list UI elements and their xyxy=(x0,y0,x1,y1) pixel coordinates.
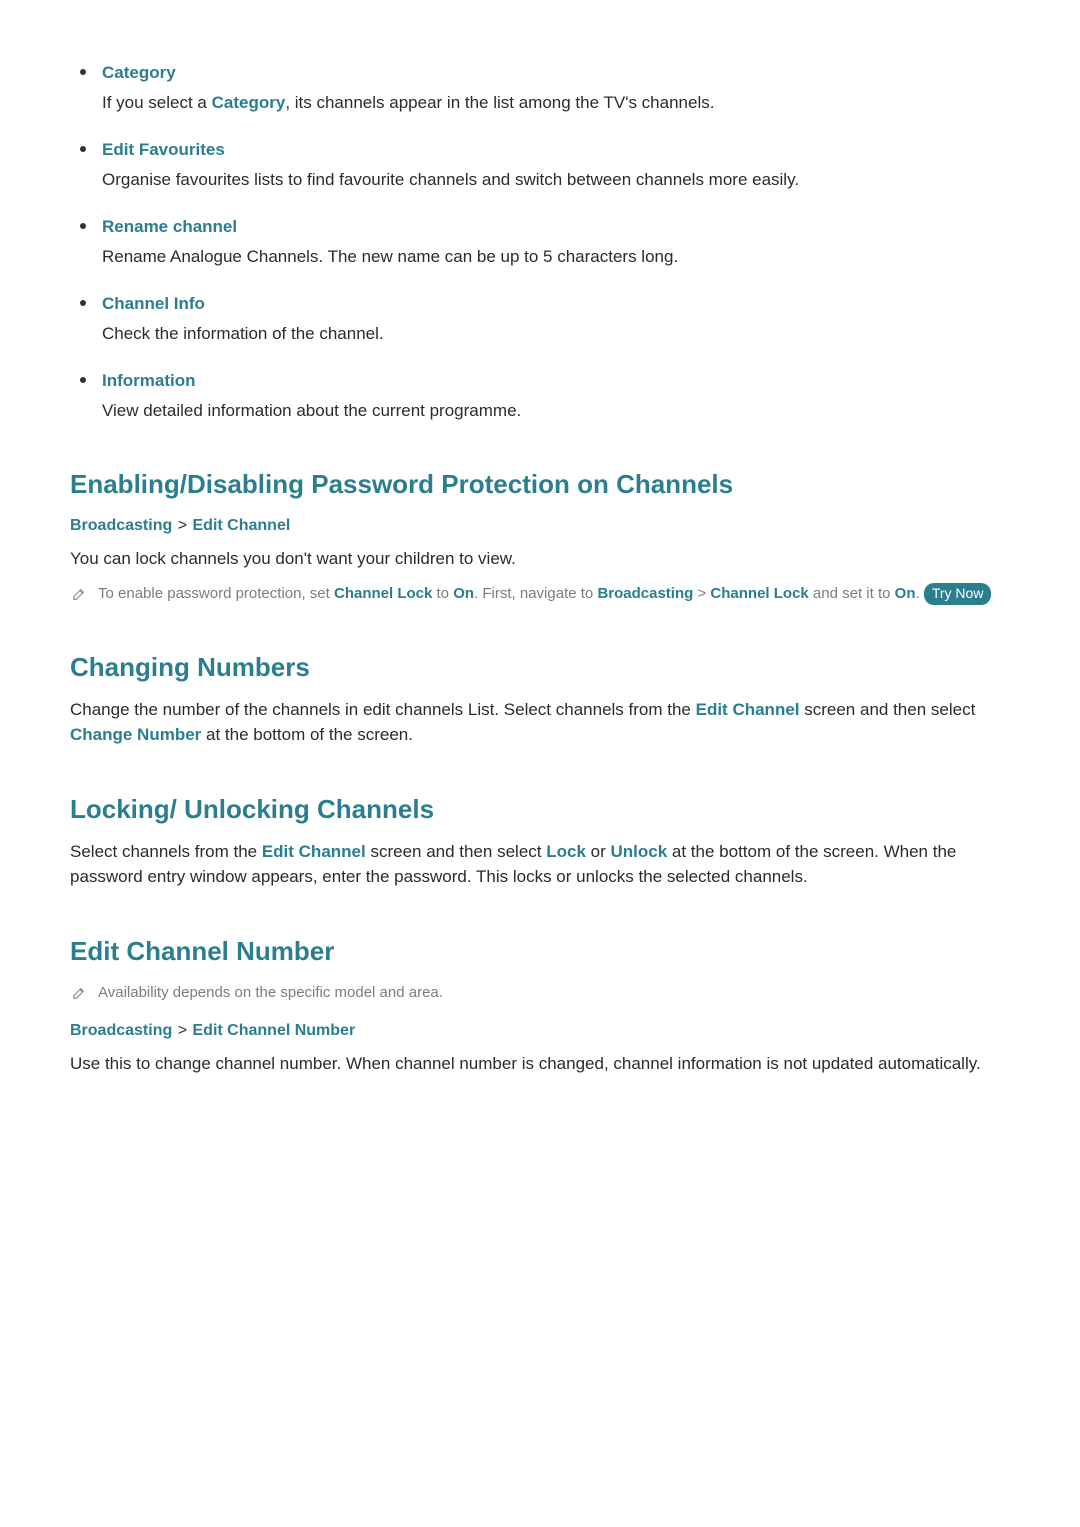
item-title-information: Information xyxy=(102,368,1010,394)
item-title-rename-channel: Rename channel xyxy=(102,214,1010,240)
heading-enabling-password: Enabling/Disabling Password Protection o… xyxy=(70,465,1010,504)
text: . xyxy=(916,585,924,602)
section-body: You can lock channels you don't want you… xyxy=(70,546,1010,572)
item-body: Rename Analogue Channels. The new name c… xyxy=(102,244,1010,270)
term-edit-channel: Edit Channel xyxy=(262,842,366,861)
list-item: Information View detailed information ab… xyxy=(70,368,1010,423)
term-channel-lock: Channel Lock xyxy=(710,585,808,602)
item-body: Organise favourites lists to find favour… xyxy=(102,167,1010,193)
item-title-channel-info: Channel Info xyxy=(102,291,1010,317)
term-broadcasting: Broadcasting xyxy=(597,585,693,602)
text: . First, navigate to xyxy=(474,585,597,602)
item-body: If you select a Category, its channels a… xyxy=(102,90,1010,116)
term-edit-channel: Edit Channel xyxy=(696,700,800,719)
list-item: Rename channel Rename Analogue Channels.… xyxy=(70,214,1010,269)
text: at the bottom of the screen. xyxy=(201,725,413,744)
note: Availability depends on the specific mod… xyxy=(70,981,1010,1005)
heading-edit-channel-number: Edit Channel Number xyxy=(70,932,1010,971)
note-text: Availability depends on the specific mod… xyxy=(98,984,443,1001)
section-body: Use this to change channel number. When … xyxy=(70,1051,1010,1077)
try-now-button[interactable]: Try Now xyxy=(924,583,992,606)
item-body: Check the information of the channel. xyxy=(102,321,1010,347)
breadcrumb-separator: > xyxy=(178,517,187,534)
text: or xyxy=(586,842,611,861)
breadcrumb-separator: > xyxy=(178,1022,187,1039)
term-lock: Lock xyxy=(546,842,586,861)
item-body: View detailed information about the curr… xyxy=(102,398,1010,424)
text: Select channels from the xyxy=(70,842,262,861)
crumb-broadcasting[interactable]: Broadcasting xyxy=(70,1022,172,1039)
term-unlock: Unlock xyxy=(611,842,668,861)
text: screen and then select xyxy=(366,842,547,861)
text: and set it to xyxy=(809,585,895,602)
breadcrumb: Broadcasting > Edit Channel Number xyxy=(70,1019,1010,1043)
item-title-edit-favourites: Edit Favourites xyxy=(102,137,1010,163)
feature-list: Category If you select a Category, its c… xyxy=(70,60,1010,423)
term-change-number: Change Number xyxy=(70,725,201,744)
pencil-icon xyxy=(72,585,86,599)
list-item: Category If you select a Category, its c… xyxy=(70,60,1010,115)
text: to xyxy=(432,585,453,602)
term-on: On xyxy=(895,585,916,602)
section-body: Select channels from the Edit Channel sc… xyxy=(70,839,1010,890)
text: screen and then select xyxy=(800,700,976,719)
list-item: Edit Favourites Organise favourites list… xyxy=(70,137,1010,192)
section-body: Change the number of the channels in edi… xyxy=(70,697,1010,748)
heading-changing-numbers: Changing Numbers xyxy=(70,648,1010,687)
item-title-category: Category xyxy=(102,60,1010,86)
text: Change the number of the channels in edi… xyxy=(70,700,696,719)
crumb-edit-channel[interactable]: Edit Channel xyxy=(193,517,291,534)
heading-locking-unlocking: Locking/ Unlocking Channels xyxy=(70,790,1010,829)
crumb-broadcasting[interactable]: Broadcasting xyxy=(70,517,172,534)
text: > xyxy=(693,585,710,602)
link-category: Category xyxy=(212,93,286,112)
term-channel-lock: Channel Lock xyxy=(334,585,432,602)
text: , its channels appear in the list among … xyxy=(285,93,714,112)
text: To enable password protection, set xyxy=(98,585,334,602)
text: If you select a xyxy=(102,93,212,112)
term-on: On xyxy=(453,585,474,602)
crumb-edit-channel-number[interactable]: Edit Channel Number xyxy=(193,1022,356,1039)
breadcrumb: Broadcasting > Edit Channel xyxy=(70,514,1010,538)
list-item: Channel Info Check the information of th… xyxy=(70,291,1010,346)
note: To enable password protection, set Chann… xyxy=(70,582,1010,606)
pencil-icon xyxy=(72,984,86,998)
